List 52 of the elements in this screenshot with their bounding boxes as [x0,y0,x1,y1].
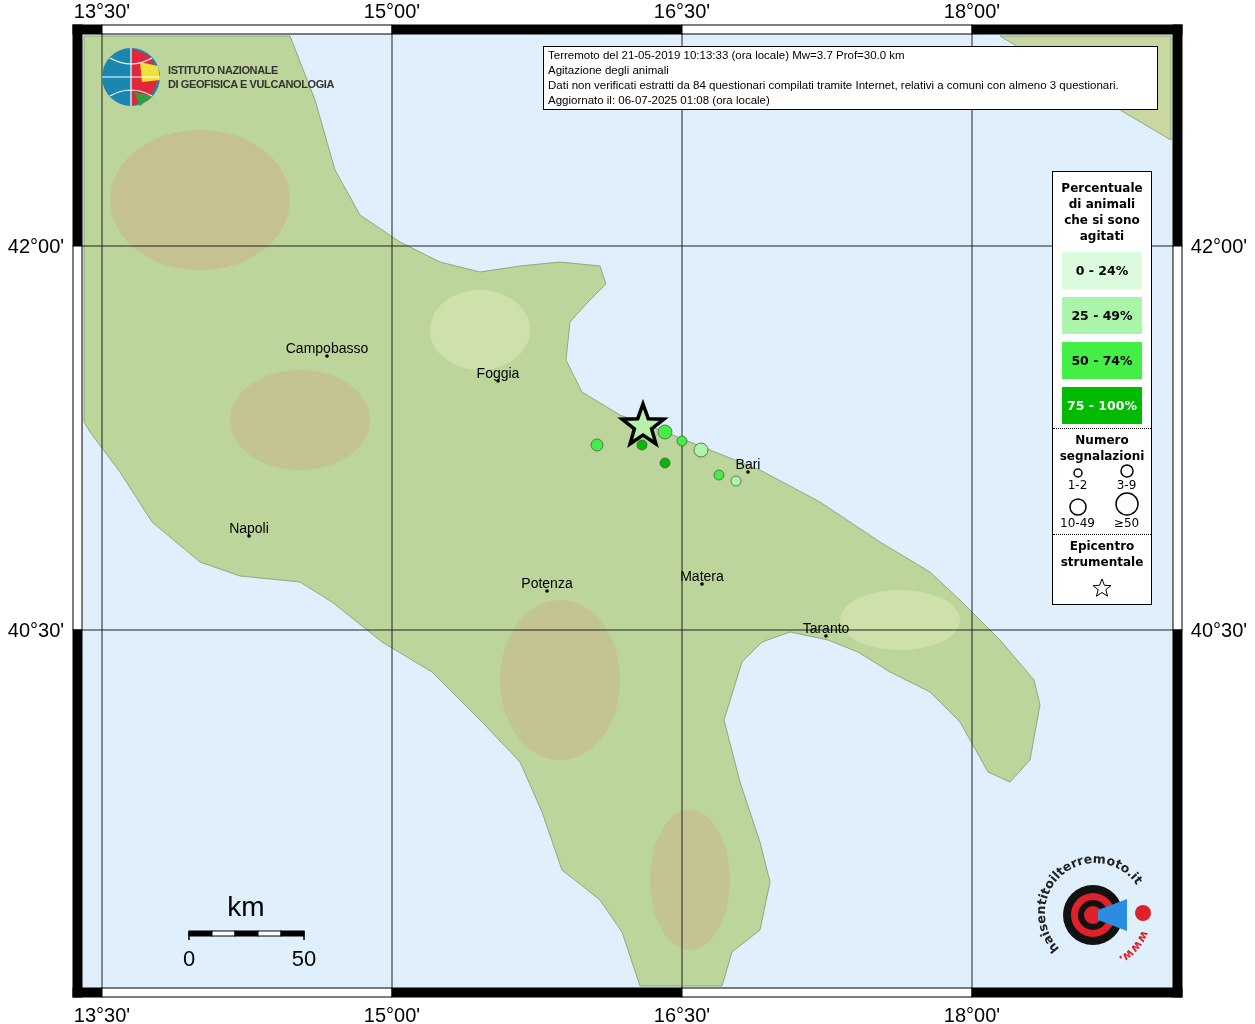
latitude-label: 42°00' [7,235,65,257]
info-line: Terremoto del 21-05-2019 10:13:33 (ora locale) Mw=3.7 Prof=30.0 km [548,48,906,63]
latitude-label: 40°30' [7,619,65,641]
circle-icon [1119,464,1134,478]
count-label: 1-2 [1067,478,1088,492]
globe-icon [101,47,161,107]
circle-icon [1068,498,1087,516]
longitude-label: 15°00' [363,1004,421,1024]
legend-subtitle: Epicentro strumentale [1059,538,1145,570]
star-icon [1092,578,1112,598]
longitude-label: 16°30' [653,0,711,22]
circle-icon [1114,492,1139,516]
longitude-label: 16°30' [653,1004,711,1024]
city-dot [247,534,251,538]
info-line: Aggiornato il: 06-07-2025 01:08 (ora locale) [548,93,771,108]
epicentre-star [617,398,669,448]
legend-swatch: 75 - 100% [1062,387,1142,424]
legend-title: Percentuale di animali che si sono agitati [1060,180,1144,244]
city-label: Bari [735,456,761,472]
legend-swatch: 25 - 49% [1062,297,1142,334]
longitude-label: 13°30' [73,0,131,22]
info-line: Agitazione degli animali [548,63,670,78]
count-label: ≥50 [1113,516,1140,530]
city-label: Matera [680,568,724,584]
city-dot [545,589,549,593]
city-dot [700,582,704,586]
scale-end: 50 [291,946,317,971]
legend-swatch: 50 - 74% [1062,342,1142,379]
longitude-label: 18°00' [943,0,1001,22]
longitude-label: 18°00' [943,1004,1001,1024]
circle-icon [1072,468,1083,478]
info-line: Dati non verificati estratti da 84 questionari compilati tramite Internet, relativi a comuni con almeno 3 questionari. [548,78,1120,93]
city-label: Taranto [802,620,850,636]
longitude-label: 13°30' [73,1004,131,1024]
city-label: Napoli [229,520,269,536]
latitude-label: 42°00' [1190,235,1248,257]
city-label: Potenza [521,575,573,591]
city-dot [746,470,750,474]
legend-swatch: 0 - 24% [1062,252,1142,289]
city-dot [496,379,500,383]
city-dot [325,354,329,358]
count-label: 3-9 [1116,478,1137,492]
city-label: Campobasso [285,340,369,356]
city-dot [824,634,828,638]
count-label: 10-49 [1060,516,1095,530]
longitude-label: 15°00' [363,0,421,22]
legend-subtitle: Numero segnalazioni [1058,432,1146,464]
institute-name-line: ISTITUTO NAZIONALE [168,63,279,77]
latitude-label: 40°30' [1190,619,1248,641]
city-label: Foggia [476,365,520,381]
scale-start: 0 [182,946,196,971]
scale-unit: km [227,891,265,922]
